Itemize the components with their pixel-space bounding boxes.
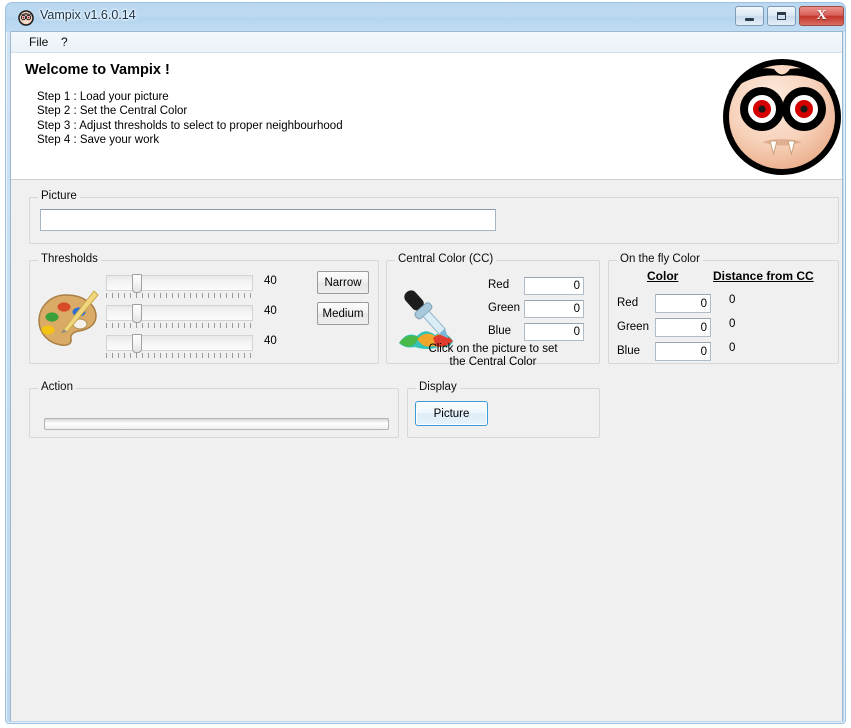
cc-green-input[interactable] bbox=[524, 300, 584, 318]
thresholds-group-label: Thresholds bbox=[38, 253, 101, 265]
welcome-header: Welcome to Vampix ! Step 1 : Load your p… bbox=[11, 53, 842, 180]
action-group: Action bbox=[29, 381, 399, 438]
cc-blue-input[interactable] bbox=[524, 323, 584, 341]
threshold-red-ticks bbox=[106, 293, 253, 298]
menu-item-file[interactable]: File bbox=[25, 35, 52, 49]
otf-blue-label: Blue bbox=[617, 345, 641, 357]
otf-red-distance: 0 bbox=[729, 294, 736, 306]
vampire-face-icon bbox=[18, 10, 34, 26]
threshold-blue-thumb[interactable] bbox=[131, 334, 142, 353]
otf-blue-input[interactable] bbox=[655, 342, 711, 361]
threshold-red-slider[interactable] bbox=[106, 274, 253, 293]
title-bar: Vampix v1.6.0.14 X bbox=[6, 3, 845, 32]
picture-button[interactable]: Picture bbox=[415, 401, 488, 426]
cc-hint-line-1: Click on the picture to set bbox=[428, 343, 558, 355]
otf-green-label: Green bbox=[617, 321, 649, 333]
on-the-fly-group-label: On the fly Color bbox=[617, 253, 703, 265]
client-area: File ? Welcome to Vampix ! Step 1 : Load… bbox=[10, 31, 843, 721]
cc-hint-line-2: the Central Color bbox=[449, 356, 537, 368]
otf-red-label: Red bbox=[617, 297, 639, 309]
otf-distance-header: Distance from CC bbox=[713, 269, 814, 283]
otf-blue-distance: 0 bbox=[729, 342, 736, 354]
minimize-button[interactable] bbox=[735, 6, 764, 26]
step-item: Step 4 : Save your work bbox=[37, 134, 160, 147]
steps-list: Step 1 : Load your picture Step 2 : Set … bbox=[37, 90, 343, 148]
vampire-mascot-logo bbox=[723, 59, 841, 175]
otf-color-header: Color bbox=[647, 269, 679, 283]
threshold-green-value: 40 bbox=[264, 305, 277, 317]
medium-button[interactable]: Medium bbox=[317, 302, 369, 325]
minimize-icon bbox=[736, 7, 763, 25]
window-title: Vampix v1.6.0.14 bbox=[40, 8, 136, 22]
threshold-green-thumb[interactable] bbox=[131, 304, 142, 323]
threshold-blue-ticks bbox=[106, 353, 253, 358]
threshold-blue-slider[interactable] bbox=[106, 334, 253, 353]
on-the-fly-color-group: On the fly Color Color Distance from CC … bbox=[608, 253, 839, 364]
cc-red-input[interactable] bbox=[524, 277, 584, 295]
cc-green-label: Green bbox=[488, 302, 520, 314]
central-color-group-label: Central Color (CC) bbox=[395, 253, 497, 265]
thresholds-group: Thresholds 40 40 40 Narrow Medium bbox=[29, 253, 379, 364]
picture-path-input[interactable] bbox=[40, 209, 496, 231]
otf-green-input[interactable] bbox=[655, 318, 711, 337]
picture-group: Picture bbox=[29, 190, 839, 244]
picture-group-label: Picture bbox=[38, 190, 80, 202]
action-group-label: Action bbox=[38, 381, 76, 393]
step-item: Step 3 : Adjust thresholds to select to … bbox=[37, 119, 343, 132]
otf-red-input[interactable] bbox=[655, 294, 711, 313]
menu-bar: File ? bbox=[11, 32, 842, 53]
threshold-slider-3-row: 40 bbox=[30, 334, 378, 363]
close-button[interactable]: X bbox=[799, 6, 844, 26]
display-group: Display Picture bbox=[407, 381, 600, 438]
action-progress-bar bbox=[44, 418, 389, 430]
otf-green-distance: 0 bbox=[729, 318, 736, 330]
narrow-button[interactable]: Narrow bbox=[317, 271, 369, 294]
application-window: Vampix v1.6.0.14 X File ? Welcome to Vam… bbox=[5, 2, 846, 724]
threshold-blue-value: 40 bbox=[264, 335, 277, 347]
threshold-red-thumb[interactable] bbox=[131, 274, 142, 293]
step-item: Step 1 : Load your picture bbox=[37, 91, 169, 103]
central-color-hint: Click on the picture to set the Central … bbox=[387, 343, 599, 369]
cc-red-label: Red bbox=[488, 279, 510, 291]
threshold-green-slider[interactable] bbox=[106, 304, 253, 323]
menu-item-help[interactable]: ? bbox=[57, 35, 72, 49]
cc-blue-label: Blue bbox=[488, 325, 512, 337]
close-icon: X bbox=[816, 8, 827, 23]
maximize-button[interactable] bbox=[767, 6, 796, 26]
step-item: Step 2 : Set the Central Color bbox=[37, 105, 188, 118]
central-color-group: Central Color (CC) Red Green Blue bbox=[386, 253, 600, 368]
welcome-title: Welcome to Vampix ! bbox=[25, 62, 170, 78]
display-group-label: Display bbox=[416, 381, 460, 393]
threshold-green-ticks bbox=[106, 323, 253, 328]
maximize-icon bbox=[768, 7, 795, 25]
threshold-red-value: 40 bbox=[264, 275, 277, 287]
